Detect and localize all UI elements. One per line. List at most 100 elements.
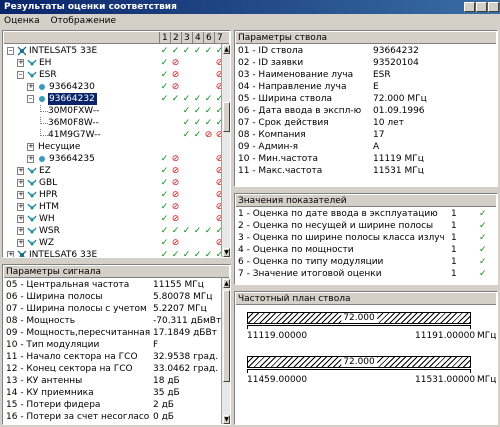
signal-param-value: 32.9538 град.: [153, 352, 219, 362]
satellite-icon: [17, 250, 27, 257]
expand-icon[interactable]: +: [17, 227, 24, 235]
empty-cell: [192, 69, 203, 81]
tree-node-label[interactable]: EH: [38, 57, 53, 69]
expand-icon[interactable]: +: [17, 191, 24, 199]
tree-node-label[interactable]: WZ: [38, 237, 56, 249]
tree-row[interactable]: –93664232✓✓✓✓✓✓: [3, 93, 221, 105]
tree-row[interactable]: 36M0F8W--✓✓✓✓: [3, 117, 221, 129]
scroll-up-arrow[interactable]: ▲: [223, 279, 230, 288]
scroll-thumb[interactable]: [223, 290, 230, 382]
tree-row[interactable]: +WH✓⊘⊘: [3, 213, 221, 225]
channel-param-row: 01 - ID ствола 93664232: [235, 45, 497, 57]
channel-param-label: 10 - Мин.частота: [238, 154, 319, 164]
tree-node-label[interactable]: INTELSAT5 33E: [28, 45, 99, 57]
tree-row[interactable]: +93664230✓⊘⊘: [3, 81, 221, 93]
tree-node-label[interactable]: INTELSAT6 33E: [28, 249, 99, 257]
expand-icon[interactable]: +: [17, 203, 24, 211]
tree-scrollbar[interactable]: ▲ ▼: [221, 44, 230, 257]
check-icon: ✓: [160, 82, 169, 92]
tree-row[interactable]: +HTM✓⊘⊘: [3, 201, 221, 213]
check-icon: ✓: [214, 117, 221, 129]
tree-row[interactable]: +93664235✓⊘⊘: [3, 153, 221, 165]
tree-node-label[interactable]: WSR: [38, 225, 62, 237]
menu-evaluation[interactable]: Оценка: [0, 16, 44, 26]
channel-param-row: 06 - Дата ввода в экспл-ю 01.09.1996: [235, 105, 497, 117]
signal-params-header: Параметры сигнала: [4, 266, 229, 278]
collapse-icon[interactable]: –: [17, 71, 24, 79]
expand-icon[interactable]: +: [27, 143, 34, 151]
expand-icon[interactable]: +: [17, 167, 24, 175]
expand-icon[interactable]: +: [17, 239, 24, 247]
empty-cell: [192, 141, 203, 153]
check-icon: ✓: [182, 130, 191, 140]
tree-node-label[interactable]: EZ: [38, 165, 53, 177]
tree-row[interactable]: +WSR✓✓✓✓✓✓: [3, 225, 221, 237]
tree-node-label[interactable]: HTM: [38, 201, 61, 213]
channel-param-label: 11 - Макс.частота: [238, 166, 323, 176]
close-button[interactable]: [488, 2, 499, 12]
tree-row[interactable]: 41M9G7W--✓✓⊘⊘: [3, 129, 221, 141]
tree-node-label[interactable]: ESR: [38, 69, 59, 81]
check-icon: ✓: [160, 214, 169, 224]
tree-row[interactable]: –ESR✓⊘⊘: [3, 69, 221, 81]
maximize-button[interactable]: [476, 2, 487, 12]
indicators-list: 1 - Оценка по дате ввода в эксплуатацию 1…: [235, 208, 497, 284]
scroll-down-arrow[interactable]: ▼: [223, 415, 230, 424]
collapse-icon[interactable]: –: [27, 95, 34, 103]
signal-param-value: 5.2207 МГц: [153, 304, 207, 314]
tree-column-header-2: 2: [170, 32, 180, 43]
tree-node-label[interactable]: HPR: [38, 189, 59, 201]
expand-icon[interactable]: +: [17, 215, 24, 223]
check-icon: ✓: [171, 46, 180, 56]
tree-node-label[interactable]: 93664235: [48, 153, 97, 165]
expand-icon[interactable]: +: [27, 83, 34, 91]
expand-icon[interactable]: +: [17, 179, 24, 187]
menu-view[interactable]: Отображение: [46, 16, 120, 26]
empty-cell: [170, 117, 181, 129]
empty-cell: [192, 165, 203, 177]
channel-param-label: 06 - Дата ввода в экспл-ю: [238, 106, 362, 116]
tree-row[interactable]: +WZ✓⊘⊘: [3, 237, 221, 249]
tree-node-label[interactable]: Несущие: [37, 141, 82, 153]
tree-row[interactable]: +HPR✓⊘⊘: [3, 189, 221, 201]
scroll-down-arrow[interactable]: ▼: [223, 248, 230, 257]
tree-node-label[interactable]: WH: [38, 213, 57, 225]
check-icon: ✓: [204, 94, 213, 104]
tree-row[interactable]: +INTELSAT6 33E✓✓✓✓✓✓: [3, 249, 221, 257]
check-icon: ✓: [193, 118, 202, 128]
tree-node-label[interactable]: 41M9G7W--: [47, 129, 103, 141]
empty-cell: [159, 105, 170, 117]
satellite-tree[interactable]: –INTELSAT5 33E✓✓✓✓✓✓+EH✓⊘⊘–ESR✓⊘⊘+936642…: [3, 45, 221, 257]
expand-icon[interactable]: +: [17, 59, 24, 67]
expand-icon[interactable]: +: [27, 155, 34, 163]
indicator-row: 6 - Оценка по типу модуляции 1 ✓: [235, 256, 497, 268]
scroll-thumb[interactable]: [223, 102, 230, 132]
check-icon: ✓: [182, 94, 191, 104]
tree-row[interactable]: + Несущие: [3, 141, 221, 153]
minimize-button[interactable]: [464, 2, 475, 12]
tree-row[interactable]: 30M0FXW--✓✓✓✓: [3, 105, 221, 117]
scroll-up-arrow[interactable]: ▲: [223, 45, 230, 54]
tree-row[interactable]: +EH✓⊘⊘: [3, 57, 221, 69]
tree-node-label[interactable]: 93664230: [48, 81, 97, 93]
channel-param-value: 72.000 МГц: [373, 94, 427, 104]
freq-plan-panel: Частотный план ствола 72.000 11119.00000 1…: [234, 291, 498, 425]
indicator-label: 2 - Оценка по несущей и ширине полосы: [238, 221, 434, 231]
check-icon: ✓: [204, 106, 213, 116]
indicators-panel: Значения показателей 1 - Оценка по дате …: [234, 193, 498, 285]
tree-node-label[interactable]: 93664232: [48, 93, 97, 105]
tree-node-label[interactable]: 36M0F8W--: [47, 117, 101, 129]
tree-row[interactable]: +EZ✓⊘⊘: [3, 165, 221, 177]
signal-param-value: 2 дБ: [153, 400, 174, 410]
signal-scrollbar[interactable]: ▲ ▼: [221, 278, 230, 424]
tree-node-label[interactable]: 30M0FXW--: [47, 105, 101, 117]
tree-node-label[interactable]: GBL: [38, 177, 59, 189]
collapse-icon[interactable]: –: [7, 47, 14, 55]
check-icon: ✓: [214, 225, 221, 237]
band-max-freq: 11531.00000: [415, 375, 476, 385]
empty-cell: [170, 141, 181, 153]
tree-row[interactable]: –INTELSAT5 33E✓✓✓✓✓✓: [3, 45, 221, 57]
tree-row[interactable]: +GBL✓⊘⊘: [3, 177, 221, 189]
expand-icon[interactable]: +: [7, 251, 14, 257]
check-icon: ✓: [479, 245, 487, 255]
